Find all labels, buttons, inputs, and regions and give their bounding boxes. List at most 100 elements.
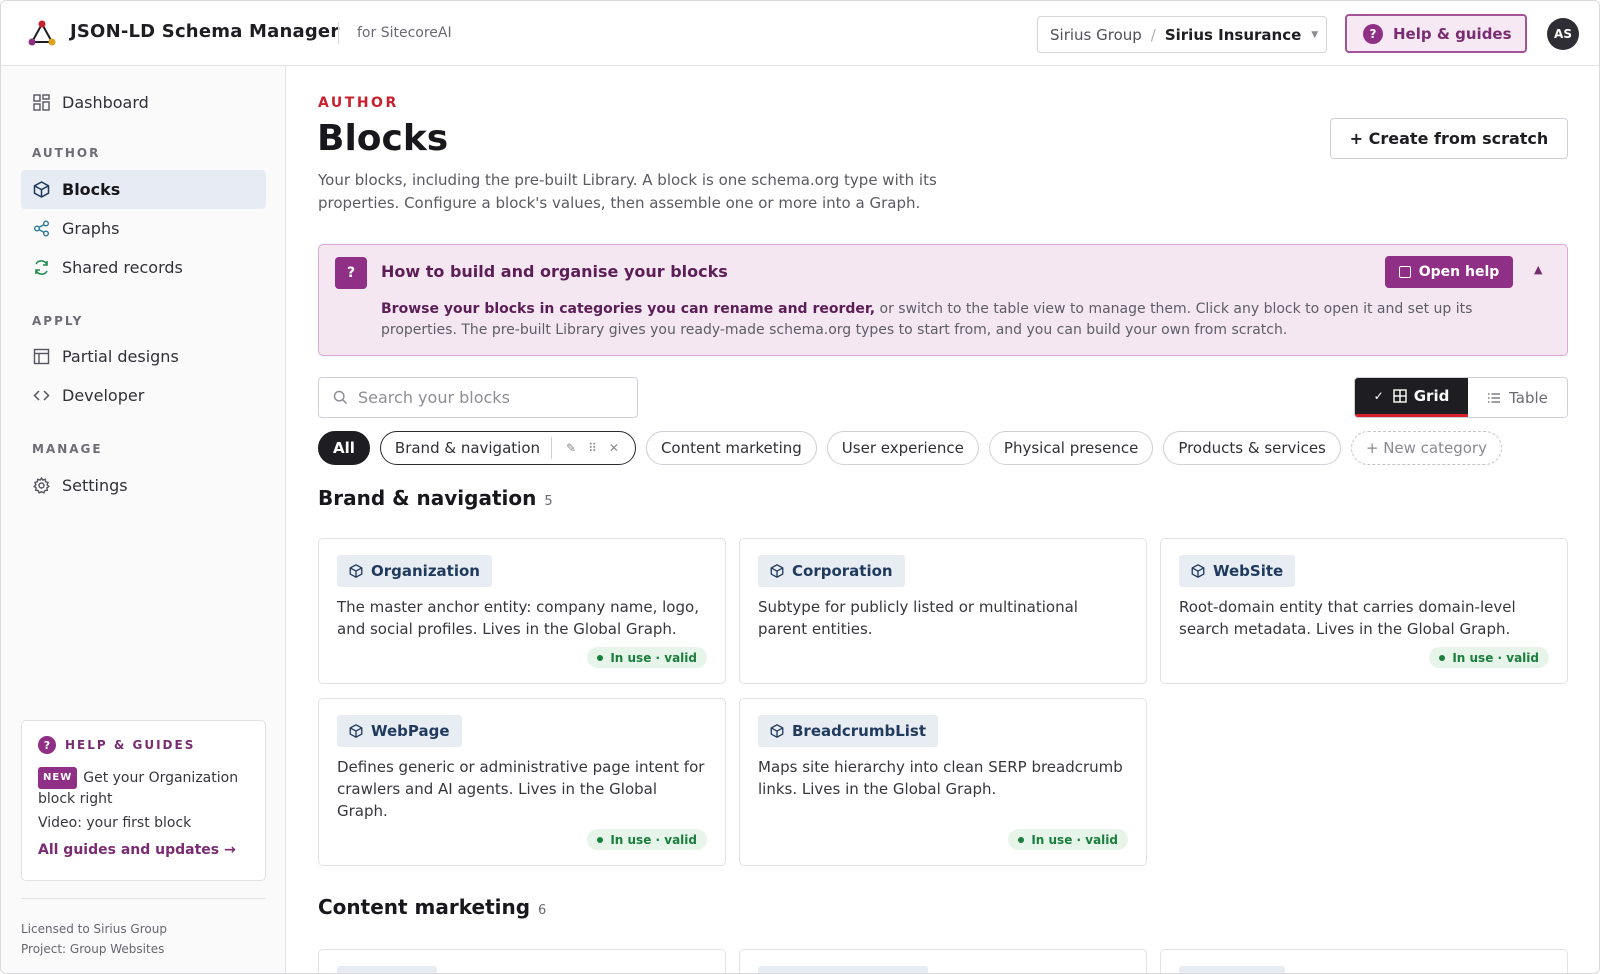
collapse-icon[interactable]: ▲ — [1534, 263, 1542, 276]
status-badge: In use · valid — [587, 829, 707, 850]
status-badge: In use · valid — [1008, 829, 1128, 850]
sidebar-item-label: Partial designs — [62, 347, 179, 366]
help-panel-title: How to build and organise your blocks — [381, 262, 728, 281]
tenant-org: Sirius Group — [1050, 25, 1142, 44]
title-divider — [338, 22, 339, 44]
status-dot — [597, 836, 604, 843]
section-heading-content: Content marketing 6 — [318, 895, 546, 919]
help-card-item-video[interactable]: Video: your first block — [38, 815, 249, 831]
view-toggle: ✓ Grid Table — [1354, 377, 1568, 418]
top-bar: JSON-LD Schema Manager for SitecoreAI Si… — [1, 1, 1599, 66]
avatar[interactable]: AS — [1547, 18, 1579, 50]
new-badge: NEW — [38, 767, 78, 789]
page-title: Blocks — [317, 118, 449, 159]
search-icon — [333, 390, 348, 405]
status-dot — [1439, 654, 1446, 661]
block-card-partial[interactable] — [1160, 949, 1568, 973]
help-card-item-organization[interactable]: NEW Get your Organization block right — [38, 767, 249, 809]
block-card-webpage[interactable]: WebPage Defines generic or administrativ… — [318, 698, 726, 866]
status-badge: In use · valid — [587, 647, 707, 668]
section-count: 6 — [538, 903, 547, 918]
block-description: Subtype for publicly listed or multinati… — [758, 598, 1078, 638]
category-chip-brand-navigation[interactable]: Brand & navigation ✎ ⠿ ✕ — [379, 431, 636, 465]
block-card-partial[interactable] — [739, 949, 1147, 973]
project-line: Project: Group Websites — [21, 942, 165, 956]
tenant-switcher[interactable]: Sirius Group / Sirius Insurance ▼ — [1037, 16, 1327, 53]
search-input[interactable] — [358, 388, 618, 407]
block-card-corporation[interactable]: Corporation Subtype for publicly listed … — [739, 538, 1147, 684]
open-help-button[interactable]: Open help — [1385, 256, 1513, 288]
cube-icon — [770, 564, 784, 578]
question-icon: ? — [335, 257, 367, 289]
sidebar-item-label: Settings — [62, 476, 128, 495]
block-card-breadcrumblist[interactable]: BreadcrumbList Maps site hierarchy into … — [739, 698, 1147, 866]
search-box[interactable] — [318, 377, 638, 418]
sidebar-item-shared-records[interactable]: Shared records — [21, 248, 266, 287]
cube-icon — [32, 181, 50, 199]
graph-logo-icon — [28, 20, 56, 46]
table-view-label: Table — [1509, 388, 1548, 407]
sidebar-item-blocks[interactable]: Blocks — [21, 170, 266, 209]
cube-icon — [349, 724, 363, 738]
sidebar-item-label: Shared records — [62, 258, 183, 277]
status-text: In use · valid — [610, 832, 697, 847]
help-card-title-text: HELP & GUIDES — [65, 738, 196, 752]
block-card-organization[interactable]: Organization The master anchor entity: c… — [318, 538, 726, 684]
help-guides-label: Help & guides — [1393, 24, 1512, 43]
block-name: Organization — [371, 562, 480, 580]
block-name-pill: Corporation — [758, 555, 905, 587]
app-title: JSON-LD Schema Manager — [70, 21, 340, 42]
sidebar-item-settings[interactable]: Settings — [21, 466, 266, 505]
sidebar-item-label: Graphs — [62, 219, 120, 238]
block-description: Maps site hierarchy into clean SERP brea… — [758, 758, 1123, 798]
sidebar-item-dashboard[interactable]: Dashboard — [21, 83, 266, 122]
table-view-button[interactable]: Table — [1468, 378, 1567, 417]
sidebar-item-developer[interactable]: Developer — [21, 376, 266, 415]
code-icon — [32, 387, 50, 405]
sidebar-item-label: Blocks — [62, 180, 121, 199]
question-icon: ? — [1363, 23, 1383, 44]
grid-view-button[interactable]: ✓ Grid — [1355, 378, 1468, 417]
block-name-pill — [758, 966, 928, 973]
block-name-pill — [1179, 966, 1285, 973]
sidebar-item-graphs[interactable]: Graphs — [21, 209, 266, 248]
section-count: 5 — [544, 494, 553, 509]
status-badge: In use · valid — [1429, 647, 1549, 668]
category-chip-physical-presence[interactable]: Physical presence — [988, 431, 1154, 465]
block-card-website[interactable]: WebSite Root-domain entity that carries … — [1160, 538, 1568, 684]
category-chip-user-experience[interactable]: User experience — [826, 431, 979, 465]
refresh-icon — [32, 259, 50, 277]
category-chip-content-marketing[interactable]: Content marketing — [645, 431, 817, 465]
category-chip-all[interactable]: All — [318, 431, 370, 465]
block-description: The master anchor entity: company name, … — [337, 598, 699, 638]
help-panel: ? How to build and organise your blocks … — [318, 244, 1568, 356]
share-nodes-icon — [32, 220, 50, 238]
tenant-site: Sirius Insurance — [1164, 25, 1302, 44]
cube-icon — [770, 724, 784, 738]
sidebar-item-partial-designs[interactable]: Partial designs — [21, 337, 266, 376]
new-category-button[interactable]: + New category — [1350, 431, 1502, 465]
sidebar: Dashboard AUTHOR Blocks Graphs Shared re… — [1, 66, 286, 973]
grid-icon — [1393, 389, 1407, 403]
status-text: In use · valid — [1452, 650, 1539, 665]
all-guides-link[interactable]: All guides and updates → — [38, 842, 249, 858]
help-guides-button[interactable]: ? Help & guides — [1345, 14, 1527, 53]
block-name: Corporation — [792, 562, 893, 580]
app-window: JSON-LD Schema Manager for SitecoreAI Si… — [0, 0, 1600, 974]
create-from-scratch-button[interactable]: + Create from scratch — [1330, 118, 1568, 159]
category-chip-products-services[interactable]: Products & services — [1163, 431, 1341, 465]
grid-view-label: Grid — [1413, 387, 1450, 405]
block-description: Defines generic or administrative page i… — [337, 758, 705, 820]
help-card-title: ? HELP & GUIDES — [38, 736, 249, 754]
section-title: Content marketing — [318, 895, 531, 919]
pencil-icon[interactable]: ✎ — [566, 441, 576, 455]
drag-handle-icon[interactable]: ⠿ — [588, 441, 597, 455]
chevron-down-icon: ▼ — [1311, 29, 1319, 40]
block-name-pill: WebSite — [1179, 555, 1296, 587]
block-card-partial[interactable] — [318, 949, 726, 973]
question-icon: ? — [38, 736, 56, 754]
sidebar-divider — [21, 898, 266, 899]
page-description: Your blocks, including the pre-built Lib… — [318, 171, 937, 212]
close-icon[interactable]: ✕ — [609, 441, 619, 455]
license-info: Licensed to Sirius Group Project: Group … — [21, 919, 167, 959]
